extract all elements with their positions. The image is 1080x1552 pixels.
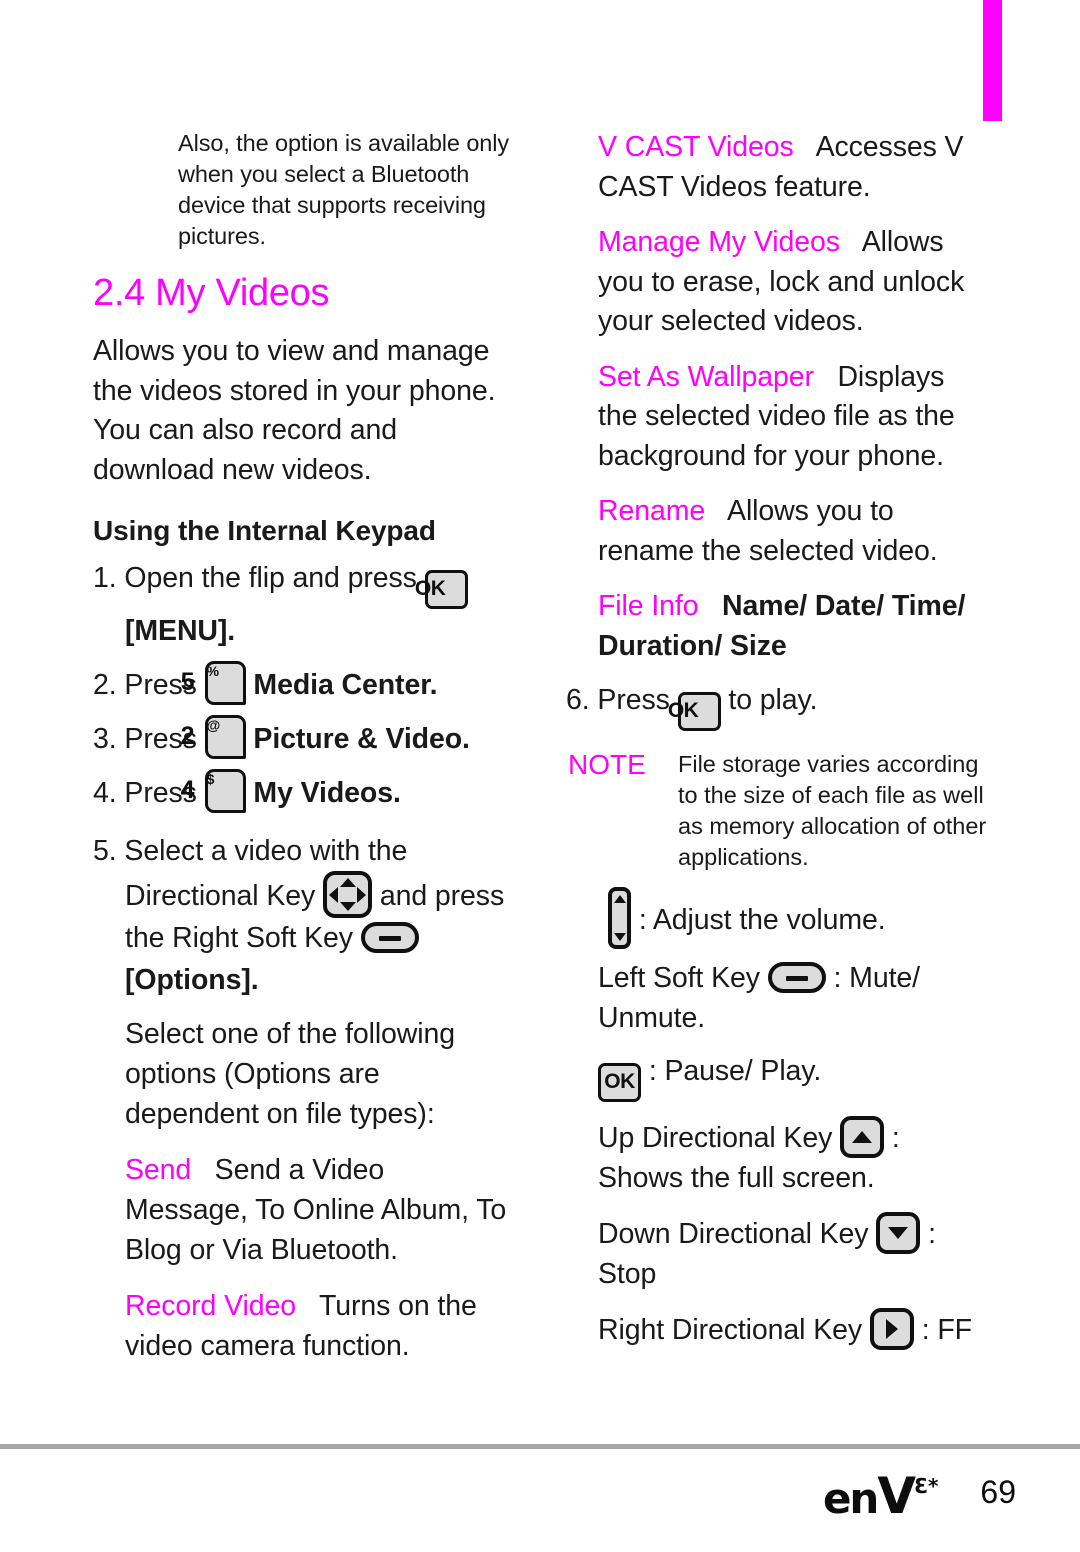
step-target-label: My Videos. — [253, 777, 401, 809]
soft-key-icon — [767, 962, 826, 993]
keypad-key-5-icon: 5 % — [181, 661, 246, 705]
key-action-volume: : Adjust the volume. — [598, 887, 990, 949]
subheading-using-internal-keypad: Using the Internal Keypad — [93, 515, 436, 546]
options-intro: Select one of the following options (Opt… — [125, 1018, 456, 1130]
option-entry: V CAST Videos Accesses V CAST Videos fea… — [598, 128, 990, 207]
ok-key-icon: OK — [598, 1063, 641, 1102]
soft-key-icon — [360, 922, 419, 953]
arrow-right-icon — [357, 886, 366, 903]
option-term: Rename — [598, 495, 706, 527]
logo-v-text: V — [877, 1466, 916, 1525]
arrow-down-icon — [613, 933, 626, 941]
key-action-up: Up Directional Key : Shows the full scre… — [598, 1116, 990, 1198]
key-action-down: Down Directional Key : Stop — [598, 1212, 990, 1294]
left-column: Also, the option is available only when … — [93, 128, 513, 1366]
option-entry: Manage My Videos Allows you to erase, lo… — [598, 223, 990, 342]
step-options-label: [Options]. — [125, 964, 259, 996]
step-number: 6. — [566, 684, 590, 716]
option-term: Send — [125, 1154, 192, 1186]
ok-key-icon: OK — [415, 570, 468, 609]
key-action-prefix: Up Directional Key — [598, 1122, 833, 1154]
step-item: 5. Select a video with the Directional K… — [93, 831, 513, 958]
key-action-left-soft: Left Soft Key : Mute/ Unmute. — [598, 959, 990, 1038]
key-action-label: : Adjust the volume. — [638, 904, 886, 936]
option-entry: Record Video Turns on the video camera f… — [93, 1286, 513, 1366]
key-action-prefix: Left Soft Key — [598, 962, 760, 994]
down-directional-key-icon — [876, 1212, 921, 1254]
option-term: File Info — [598, 590, 699, 622]
page-footer: enV*3 69 — [0, 1462, 1080, 1522]
directional-pad-icon — [323, 871, 372, 918]
key-action-prefix: Right Directional Key — [598, 1314, 863, 1346]
key-action-label: : Pause/ Play. — [648, 1055, 822, 1087]
keypad-key-2-icon: 2 @ — [181, 715, 246, 759]
option-term: Set As Wallpaper — [598, 360, 814, 393]
keypad-key-4-icon: 4 $ — [181, 769, 246, 813]
arrow-left-icon — [329, 886, 338, 903]
page-number: 69 — [980, 1473, 1016, 1510]
step-item: 4. Press 4 $ My Videos. — [93, 769, 513, 813]
arrow-down-icon — [339, 902, 356, 911]
step-text: Open the flip and press — [124, 562, 417, 594]
note-block: NOTE File storage varies according to th… — [568, 749, 990, 873]
right-directional-key-icon — [869, 1308, 914, 1350]
step-item: 6. Press OK to play. — [566, 680, 990, 731]
step-number: 3. — [93, 723, 117, 755]
arrow-up-icon — [852, 1131, 873, 1143]
volume-rocker-icon — [608, 887, 631, 949]
up-directional-key-icon — [840, 1116, 885, 1158]
step-text-2: to play. — [728, 684, 818, 716]
key-action-right: Right Directional Key : FF — [598, 1308, 990, 1351]
step-target-label: Picture & Video. — [253, 723, 470, 755]
step-number: 1. — [93, 562, 117, 594]
option-entry: Set As Wallpaper Displays the selected v… — [598, 358, 990, 477]
manual-page: Also, the option is available only when … — [0, 0, 1080, 1552]
step-item: 3. Press 2 @ Picture & Video. — [93, 715, 513, 759]
env3-logo: enV*3 — [823, 1464, 938, 1521]
note-text: File storage varies according to the siz… — [678, 751, 987, 870]
option-term: V CAST Videos — [598, 131, 794, 163]
section-body: Allows you to view and manage the videos… — [93, 335, 496, 486]
right-column: V CAST Videos Accesses V CAST Videos fea… — [566, 128, 990, 1351]
intro-note: Also, the option is available only when … — [178, 130, 510, 249]
step-text: Press — [597, 684, 670, 716]
footer-divider — [0, 1444, 1080, 1449]
note-label: NOTE — [568, 749, 646, 780]
step-item: 2. Press 5 % Media Center. — [93, 661, 513, 705]
option-entry: Send Send a Video Message, To Online Alb… — [93, 1150, 513, 1270]
option-entry: Rename Allows you to rename the selected… — [598, 492, 990, 571]
key-action-prefix: Down Directional Key — [598, 1218, 869, 1250]
step-text-continued: [MENU]. — [125, 615, 236, 647]
step-number: 2. — [93, 669, 117, 701]
option-term: Record Video — [125, 1290, 296, 1322]
arrow-up-icon — [339, 878, 356, 887]
option-entry: File Info Name/ Date/ Time/ Duration/ Si… — [598, 587, 990, 666]
key-action-label: : FF — [921, 1314, 972, 1346]
arrow-up-icon — [613, 895, 626, 903]
arrow-right-icon — [885, 1319, 898, 1339]
step-target-label: Media Center. — [253, 669, 438, 701]
step-item: 1. Open the flip and press OK — [93, 558, 513, 609]
logo-superscript: *3 — [914, 1473, 939, 1498]
option-term: Manage My Videos — [598, 226, 840, 258]
arrow-down-icon — [888, 1227, 909, 1239]
logo-en-text: en — [822, 1473, 879, 1523]
step-number: 5. — [93, 835, 117, 867]
section-heading: 2.4 My Videos — [93, 272, 330, 314]
step-number: 4. — [93, 777, 117, 809]
ok-key-icon: OK — [668, 692, 721, 731]
key-action-ok: OK : Pause/ Play. — [598, 1052, 990, 1102]
